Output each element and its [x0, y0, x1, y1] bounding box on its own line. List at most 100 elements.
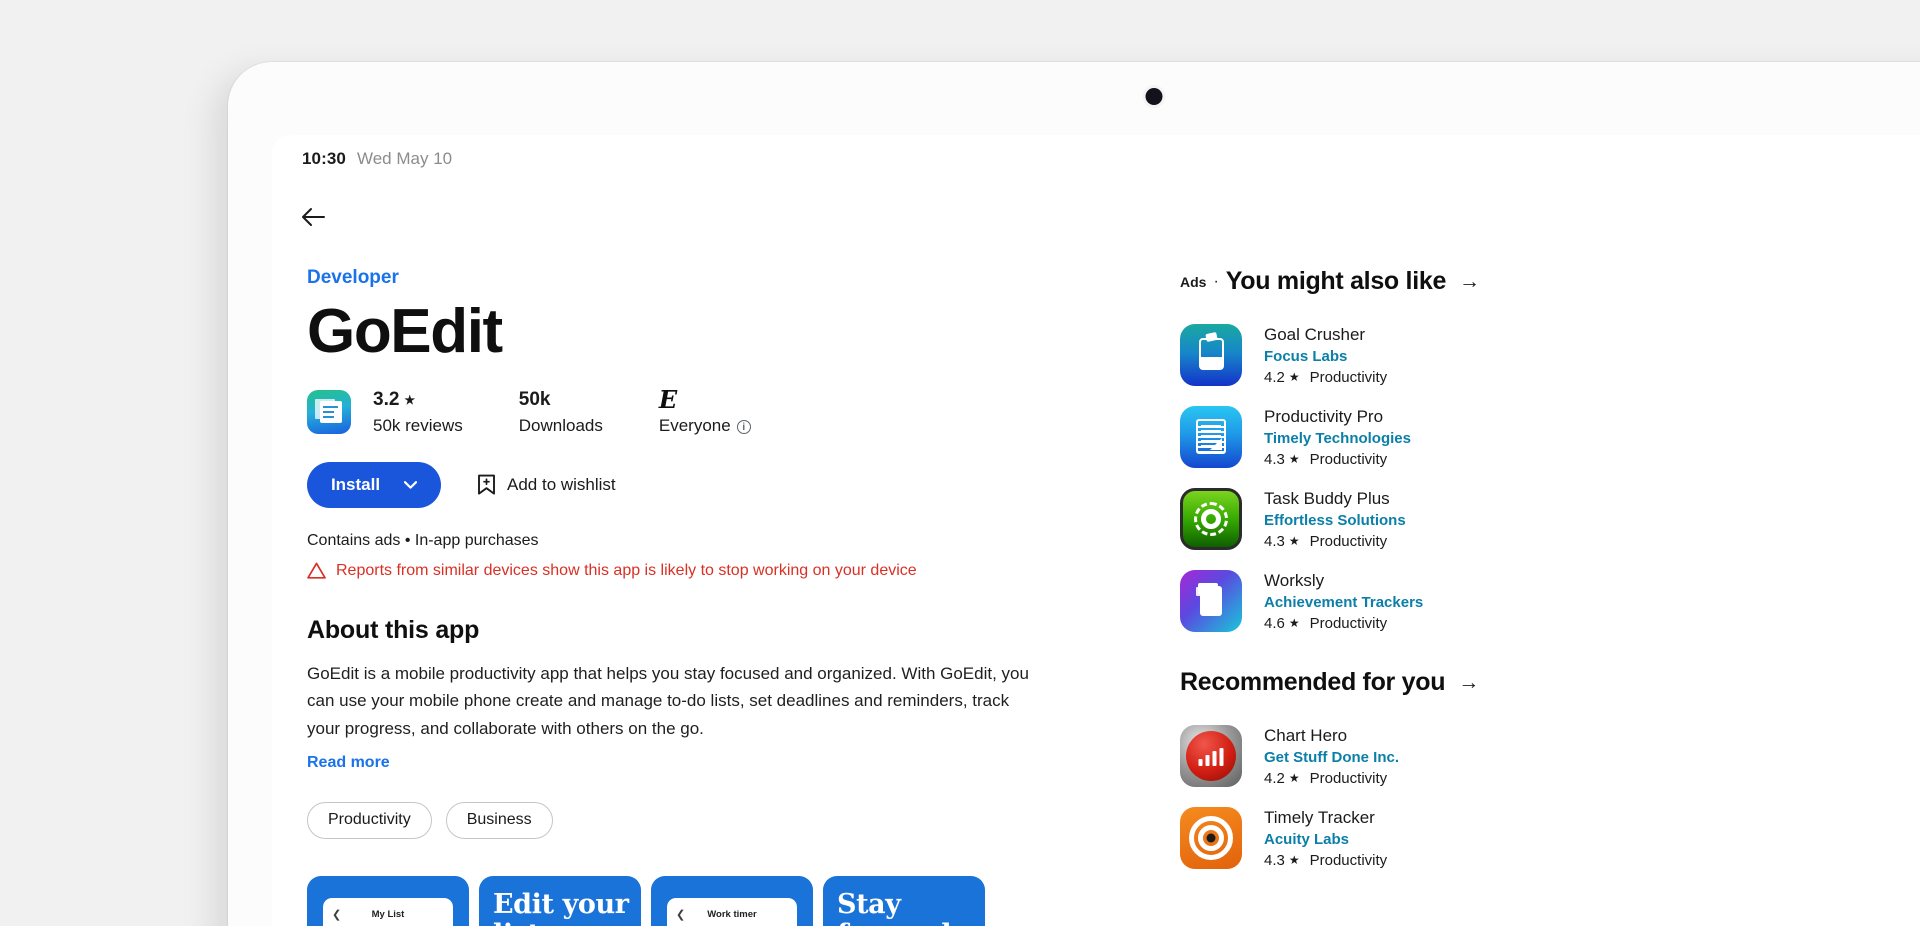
app-category: Productivity — [1310, 369, 1388, 386]
app-category: Productivity — [1310, 770, 1388, 787]
icon-bars — [1199, 748, 1224, 766]
list-item-text: Task Buddy Plus Effortless Solutions 4.3… — [1264, 489, 1406, 550]
rail-spacer — [1180, 642, 1610, 668]
ads-label: Ads — [1180, 274, 1206, 290]
rating-subtitle: 50k reviews — [373, 416, 463, 436]
list-item[interactable]: Timely Tracker Acuity Labs 4.3 ★ Product… — [1180, 797, 1610, 879]
timely-tracker-icon — [1180, 807, 1242, 869]
app-rating: 4.3 ★ Productivity — [1264, 852, 1387, 869]
downloads-subtitle: Downloads — [519, 416, 603, 436]
chart-hero-icon — [1180, 725, 1242, 787]
screenshot-root: 10:30 Wed May 10 — [0, 0, 1920, 926]
worksly-icon — [1180, 570, 1242, 632]
gear-icon — [1201, 509, 1221, 529]
phone-titlebar: ❮ Work timer — [676, 908, 788, 921]
about-heading: About this app — [307, 616, 1112, 645]
work-timer-screenshot[interactable]: ❮ Work timer 10 — [651, 876, 813, 926]
rating-value: 3.2 — [373, 389, 399, 411]
list-item-text: Worksly Achievement Trackers 4.6 ★ Produ… — [1264, 571, 1423, 632]
back-button[interactable] — [294, 198, 332, 236]
app-developer[interactable]: Achievement Trackers — [1264, 594, 1423, 611]
status-date: Wed May 10 — [357, 149, 452, 169]
front-camera-icon — [1146, 88, 1163, 105]
list-item-text: Timely Tracker Acuity Labs 4.3 ★ Product… — [1264, 808, 1387, 869]
content-rating-subtitle: Everyone i — [659, 416, 751, 436]
recommended-for-you-list: Chart Hero Get Stuff Done Inc. 4.2 ★ Pro… — [1180, 715, 1610, 879]
rating-value: 4.6 — [1264, 615, 1285, 632]
app-category: Productivity — [1310, 852, 1388, 869]
stay-focused-screenshot[interactable]: Stay focused — [823, 876, 985, 926]
phone-mock: ❮ My List Learn to use GoEdit Get grocer — [323, 898, 453, 926]
app-name: Goal Crusher — [1264, 325, 1387, 345]
status-time: 10:30 — [302, 149, 346, 169]
chevron-left-icon: ❮ — [676, 908, 690, 921]
rating-stat: 3.2 ★ 50k reviews — [373, 388, 519, 436]
screenshot-carousel[interactable]: ❮ My List Learn to use GoEdit Get grocer — [307, 876, 1112, 926]
content-rating-badge: E — [659, 388, 677, 412]
column-gap — [1112, 251, 1180, 926]
screenshot-caption: Stay focused — [837, 890, 977, 926]
edit-your-lists-screenshot[interactable]: Edit your lists — [479, 876, 641, 926]
app-name: Worksly — [1264, 571, 1423, 591]
install-button[interactable]: Install — [307, 462, 441, 508]
chevron-down-icon — [404, 481, 417, 489]
star-icon: ★ — [404, 393, 415, 407]
list-item[interactable]: Worksly Achievement Trackers 4.6 ★ Produ… — [1180, 560, 1610, 642]
info-icon[interactable]: i — [737, 420, 751, 434]
warning-triangle-icon — [307, 562, 326, 579]
you-might-also-like-header: Ads · You might also like → — [1180, 267, 1610, 296]
app-meta-line: Contains ads • In-app purchases — [307, 532, 1112, 550]
page-content: Developer GoEdit 3.2 ★ 50k reviews — [272, 251, 1920, 926]
app-bar — [272, 183, 1920, 251]
rating-value: 4.3 — [1264, 852, 1285, 869]
app-description: GoEdit is a mobile productivity app that… — [307, 660, 1037, 743]
list-item[interactable]: Productivity Pro Timely Technologies 4.3… — [1180, 396, 1610, 478]
read-more-link[interactable]: Read more — [307, 754, 390, 772]
rating-value: 4.2 — [1264, 770, 1285, 787]
add-to-wishlist-button[interactable]: Add to wishlist — [477, 474, 616, 495]
app-category: Productivity — [1310, 615, 1388, 632]
rating-value: 4.3 — [1264, 451, 1285, 468]
content-rating-stat: E Everyone i — [659, 388, 807, 436]
downloads-value: 50k — [519, 389, 551, 411]
search-button[interactable] — [1913, 198, 1920, 236]
app-name: Task Buddy Plus — [1264, 489, 1406, 509]
app-developer[interactable]: Timely Technologies — [1264, 430, 1411, 447]
content-rating-label: Everyone — [659, 416, 731, 435]
developer-link[interactable]: Developer — [307, 267, 399, 289]
list-item[interactable]: Chart Hero Get Stuff Done Inc. 4.2 ★ Pro… — [1180, 715, 1610, 797]
warning-text: Reports from similar devices show this a… — [336, 562, 917, 580]
icon-center-dot — [1207, 834, 1216, 843]
app-rating: 4.2 ★ Productivity — [1264, 770, 1399, 787]
list-item[interactable]: Task Buddy Plus Effortless Solutions 4.3… — [1180, 478, 1610, 560]
wishlist-label: Add to wishlist — [507, 475, 616, 495]
separator-dot: · — [1213, 273, 1218, 291]
status-bar: 10:30 Wed May 10 — [272, 135, 1920, 183]
list-item[interactable]: Goal Crusher Focus Labs 4.2 ★ Productivi… — [1180, 314, 1610, 396]
recommendations-column: Ads · You might also like → Goal — [1180, 251, 1610, 926]
app-rating: 4.3 ★ Productivity — [1264, 533, 1406, 550]
category-chips: Productivity Business — [307, 802, 1112, 839]
my-list-screenshot[interactable]: ❮ My List Learn to use GoEdit Get grocer — [307, 876, 469, 926]
chip-business[interactable]: Business — [446, 802, 553, 839]
phone-title: My List — [346, 909, 430, 920]
icon-art — [1199, 338, 1224, 370]
app-category: Productivity — [1310, 533, 1388, 550]
app-developer[interactable]: Acuity Labs — [1264, 831, 1387, 848]
chip-productivity[interactable]: Productivity — [307, 802, 432, 839]
rating-value: 4.3 — [1264, 533, 1285, 550]
icon-art — [1196, 419, 1226, 454]
app-detail-column: Developer GoEdit 3.2 ★ 50k reviews — [302, 251, 1112, 926]
bookmark-add-icon — [477, 474, 496, 495]
arrow-right-icon[interactable]: → — [1458, 671, 1479, 695]
list-item-text: Productivity Pro Timely Technologies 4.3… — [1264, 407, 1411, 468]
you-might-also-like-list: Goal Crusher Focus Labs 4.2 ★ Productivi… — [1180, 314, 1610, 642]
app-developer[interactable]: Effortless Solutions — [1264, 512, 1406, 529]
app-developer[interactable]: Focus Labs — [1264, 348, 1387, 365]
list-item-text: Goal Crusher Focus Labs 4.2 ★ Productivi… — [1264, 325, 1387, 386]
goal-crusher-icon — [1180, 324, 1242, 386]
arrow-right-icon[interactable]: → — [1459, 270, 1480, 294]
app-rating: 4.3 ★ Productivity — [1264, 451, 1411, 468]
app-name: Chart Hero — [1264, 726, 1399, 746]
app-developer[interactable]: Get Stuff Done Inc. — [1264, 749, 1399, 766]
